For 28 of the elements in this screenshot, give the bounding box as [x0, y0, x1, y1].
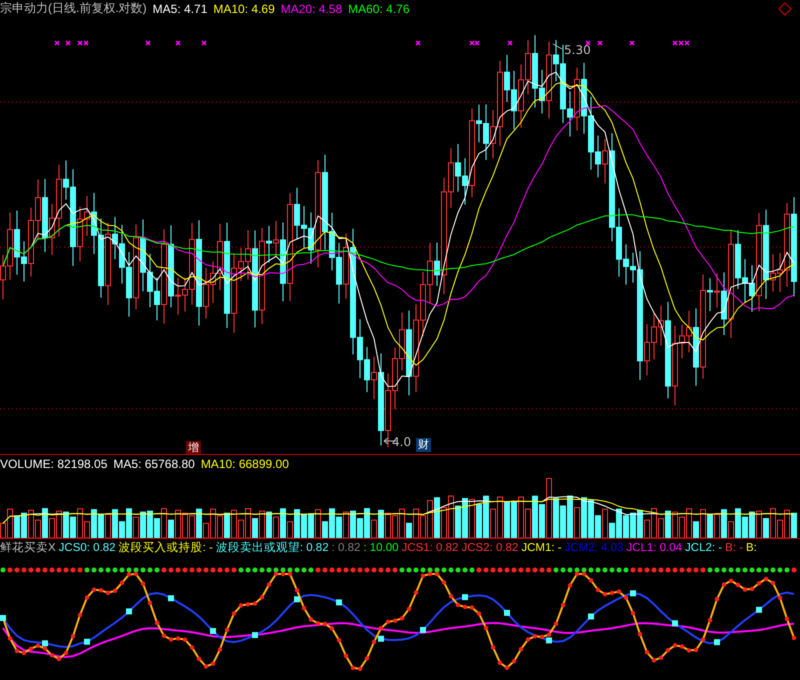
- legend-text: : 0.82: [332, 542, 360, 554]
- legend-text: MA10: 66899.00: [200, 456, 289, 470]
- legend-text: JCS1: 0.82: [402, 542, 458, 554]
- legend-text: 波段买入或持股: -: [118, 540, 213, 555]
- legend-text: MA60: 4.76: [348, 2, 410, 16]
- high-price-label: 5.30: [564, 43, 591, 57]
- legend-text: VOLUME: 82198.05: [0, 456, 108, 470]
- legend-text: 宗申动力(日线.前复权.对数): [0, 0, 147, 17]
- legend-text: JCS2: 0.82: [461, 542, 518, 554]
- legend-text: MA5: 4.71: [152, 2, 208, 16]
- legend-text: MA5: 65768.80: [113, 456, 195, 470]
- legend-text: JCM1: -: [521, 542, 562, 554]
- leader-line: [552, 44, 562, 50]
- legend-text: JCL1: 0.04: [626, 542, 682, 554]
- event-badge[interactable]: 增: [186, 441, 201, 455]
- legend-text: MA20: 4.58: [280, 2, 342, 16]
- legend-text: B:: [746, 542, 757, 554]
- legend-text: MA10: 4.69: [213, 2, 275, 16]
- legend-text: : 10.00: [363, 542, 399, 554]
- diamond-icon[interactable]: [778, 2, 792, 16]
- legend-text: 鲜花买卖X: [0, 540, 56, 555]
- legend-text: JCM2: 4.03: [564, 542, 624, 554]
- legend-text: 波段卖出或观望: 0.82: [216, 540, 329, 555]
- low-price-label: 4.0: [392, 435, 412, 449]
- legend-text: JCS0: 0.82: [58, 542, 116, 554]
- event-badge[interactable]: 财: [416, 438, 431, 452]
- legend-text: JCL2: -: [685, 542, 722, 554]
- legend-text: B: -: [725, 542, 744, 554]
